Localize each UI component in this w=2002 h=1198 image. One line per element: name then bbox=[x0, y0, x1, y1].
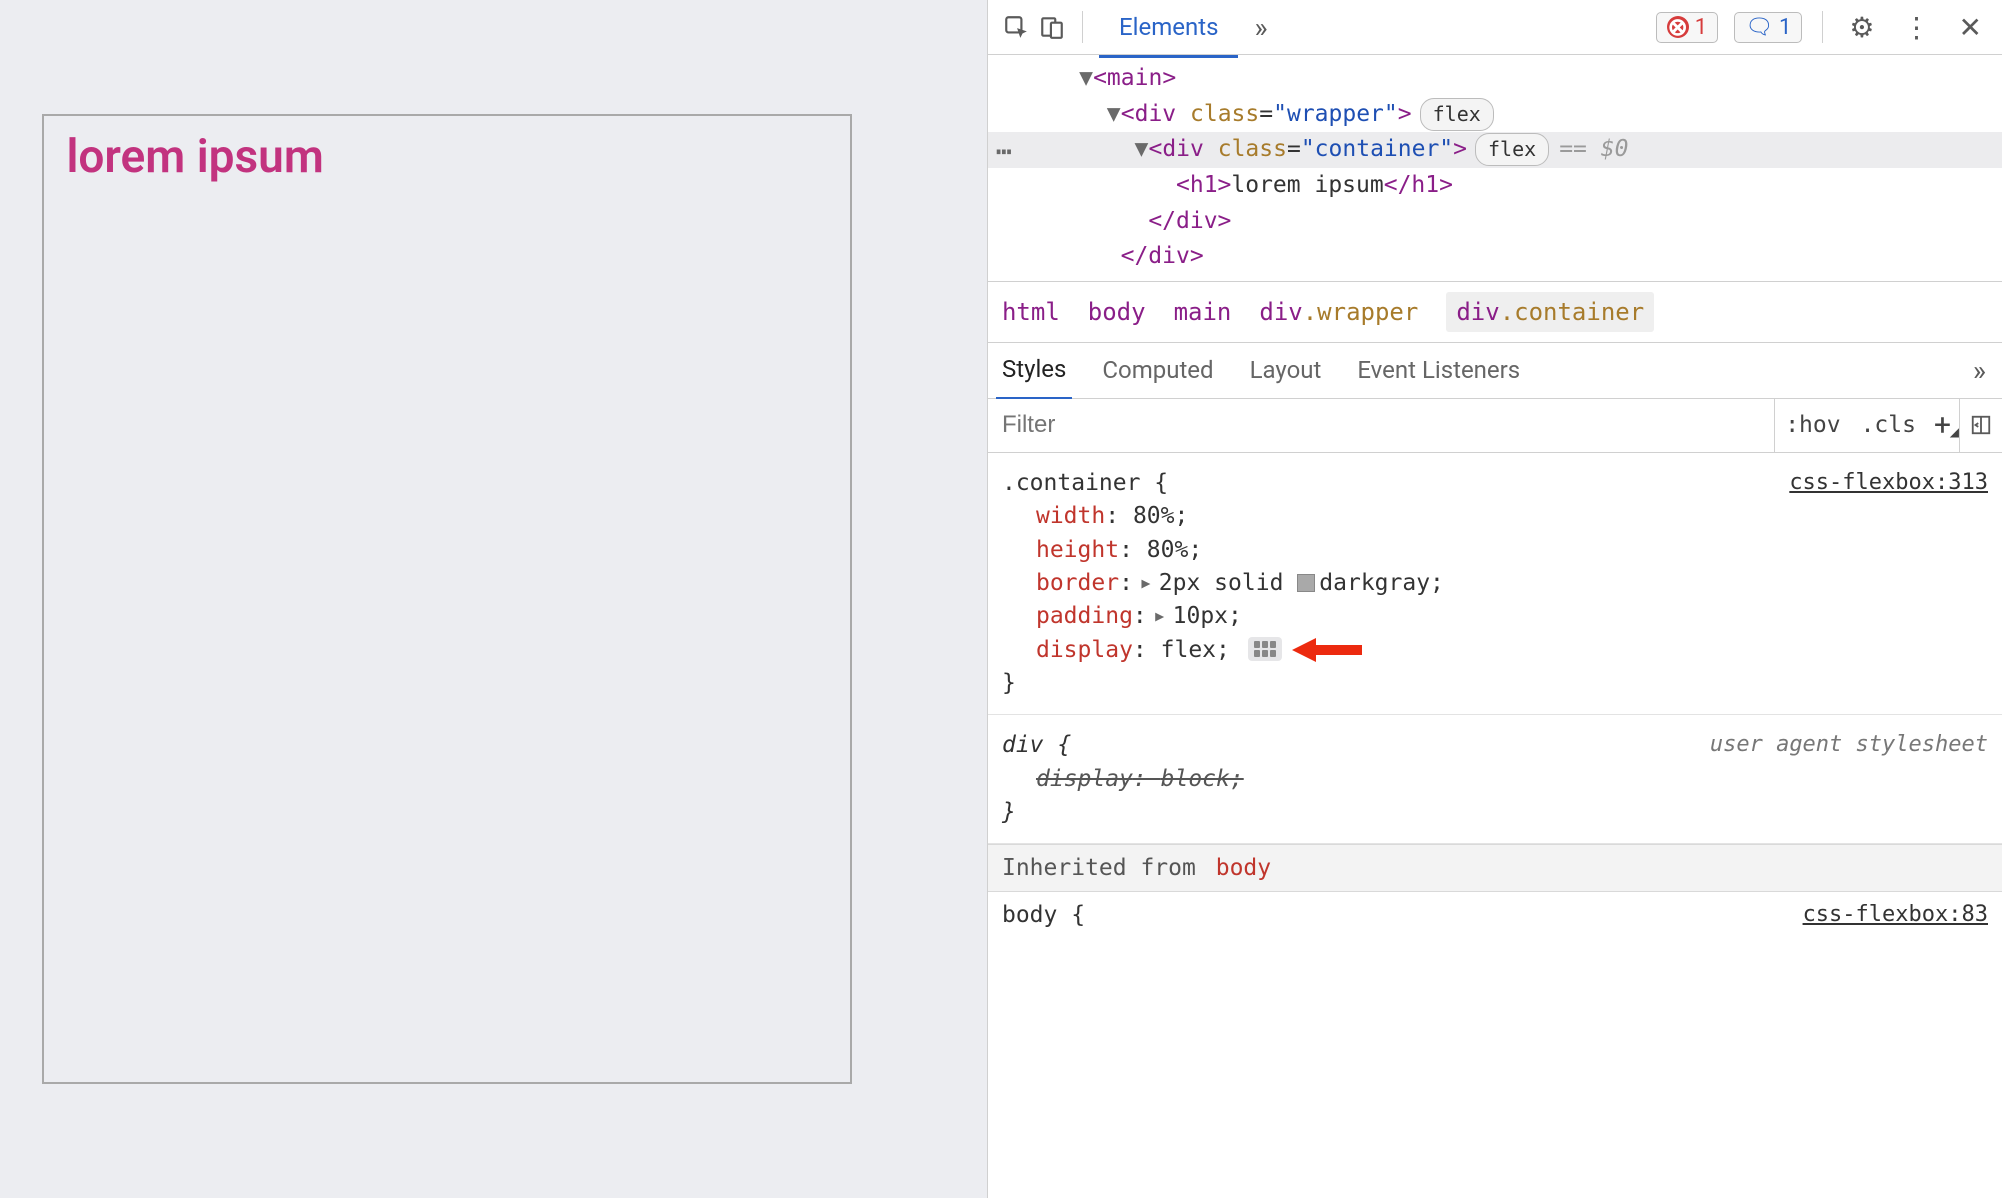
decl-padding[interactable]: padding:▸10px; bbox=[1002, 600, 1988, 633]
dom-breadcrumb: html body main div.wrapper div.container bbox=[988, 281, 2002, 343]
container-element[interactable]: lorem ipsum bbox=[42, 114, 851, 1084]
css-rule-container[interactable]: css-flexbox:313 .container { width: 80%;… bbox=[988, 453, 2002, 715]
rule-source-link[interactable]: css-flexbox:313 bbox=[1789, 467, 1988, 499]
styles-filter-input[interactable] bbox=[988, 399, 1775, 452]
separator bbox=[1082, 11, 1083, 43]
styles-subtabs: Styles Computed Layout Event Listeners » bbox=[988, 343, 2002, 399]
tab-elements[interactable]: Elements bbox=[1099, 0, 1238, 58]
cls-toggle[interactable]: .cls bbox=[1851, 412, 1926, 438]
subtabs-overflow-icon[interactable]: » bbox=[1965, 354, 1994, 387]
color-swatch[interactable] bbox=[1297, 574, 1315, 592]
dom-tree[interactable]: ▼<main> ▼<div class="wrapper">flex ▼<div… bbox=[988, 55, 2002, 281]
device-toggle-icon[interactable] bbox=[1038, 13, 1066, 41]
rule-source-ua: user agent stylesheet bbox=[1710, 729, 1988, 761]
decl-border[interactable]: border:▸2px solid darkgray; bbox=[1002, 567, 1988, 600]
dom-node-wrapper[interactable]: ▼<div class="wrapper">flex bbox=[988, 97, 2002, 133]
flex-pill[interactable]: flex bbox=[1420, 98, 1494, 131]
rule-source-link[interactable]: css-flexbox:83 bbox=[1803, 902, 1988, 927]
crumb-wrapper[interactable]: div.wrapper bbox=[1259, 298, 1418, 326]
dom-node-container-selected[interactable]: ▼<div class="container">flex== $0 bbox=[988, 132, 2002, 168]
styles-filter-row: :hov .cls +◢ bbox=[988, 399, 2002, 453]
issues-badge[interactable]: 1 bbox=[1734, 12, 1802, 43]
annotation-arrow-icon bbox=[1292, 636, 1362, 664]
dollar-zero: == $0 bbox=[1559, 136, 1628, 162]
subtab-computed[interactable]: Computed bbox=[1096, 342, 1219, 398]
dom-node-close[interactable]: </div> bbox=[988, 239, 2002, 275]
close-icon[interactable]: ✕ bbox=[1949, 11, 1992, 44]
decl-width[interactable]: width: 80%; bbox=[1002, 500, 1988, 533]
styles-pane: css-flexbox:313 .container { width: 80%;… bbox=[988, 453, 2002, 1198]
new-rule-button[interactable]: +◢ bbox=[1926, 408, 1959, 443]
subtab-layout[interactable]: Layout bbox=[1244, 342, 1328, 398]
kebab-menu-icon[interactable]: ⋮ bbox=[1893, 11, 1941, 44]
rendered-page: lorem ipsum bbox=[0, 0, 987, 1198]
dom-node-main[interactable]: ▼<main> bbox=[988, 61, 2002, 97]
devtools-panel: Elements » 1 1 ⚙ ⋮ ✕ ▼<main> ▼<div class… bbox=[987, 0, 2002, 1198]
decl-height[interactable]: height: 80%; bbox=[1002, 534, 1988, 567]
shorthand-expander-icon[interactable]: ▸ bbox=[1153, 603, 1167, 629]
crumb-body[interactable]: body bbox=[1088, 298, 1146, 326]
flex-pill[interactable]: flex bbox=[1475, 133, 1549, 166]
errors-badge[interactable]: 1 bbox=[1656, 12, 1718, 43]
subtab-styles[interactable]: Styles bbox=[996, 341, 1072, 400]
inspect-icon[interactable] bbox=[1002, 13, 1030, 41]
css-rule-body-partial[interactable]: body { css-flexbox:83 bbox=[988, 892, 2002, 938]
crumb-container[interactable]: div.container bbox=[1446, 292, 1654, 332]
decl-display[interactable]: display: flex; bbox=[1002, 634, 1988, 667]
dom-node-h1[interactable]: <h1>lorem ipsum</h1> bbox=[988, 168, 2002, 204]
crumb-html[interactable]: html bbox=[1002, 298, 1060, 326]
shorthand-expander-icon[interactable]: ▸ bbox=[1139, 570, 1153, 596]
separator bbox=[1822, 11, 1823, 43]
css-rule-div-ua[interactable]: user agent stylesheet div { display: blo… bbox=[988, 715, 2002, 844]
dom-node-close[interactable]: </div> bbox=[988, 204, 2002, 240]
crumb-main[interactable]: main bbox=[1174, 298, 1232, 326]
tabs-overflow-icon[interactable]: » bbox=[1246, 11, 1275, 44]
flexbox-editor-icon[interactable] bbox=[1248, 637, 1282, 661]
computed-panel-icon[interactable] bbox=[1959, 399, 2002, 452]
hov-toggle[interactable]: :hov bbox=[1775, 412, 1850, 438]
page-heading: lorem ipsum bbox=[66, 130, 827, 184]
inherited-header: Inherited from body bbox=[988, 844, 2002, 892]
decl-display-overridden[interactable]: display: block; bbox=[1002, 763, 1988, 796]
subtab-event-listeners[interactable]: Event Listeners bbox=[1351, 342, 1526, 398]
devtools-toolbar: Elements » 1 1 ⚙ ⋮ ✕ bbox=[988, 0, 2002, 55]
settings-icon[interactable]: ⚙ bbox=[1839, 11, 1884, 44]
